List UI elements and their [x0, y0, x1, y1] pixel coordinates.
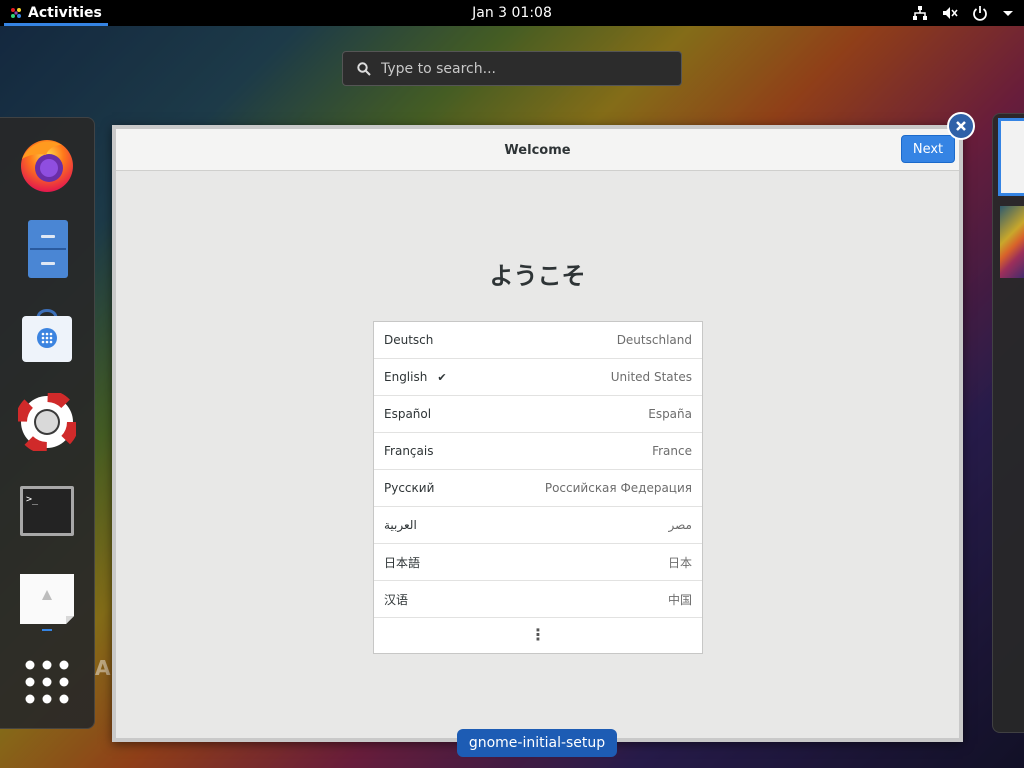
list-item[interactable]: Français France [374, 433, 702, 470]
network-wired-icon [913, 6, 927, 20]
system-tray[interactable] [912, 0, 1014, 26]
window-title: Welcome [504, 142, 571, 158]
top-bar: Activities Jan 3 01:08 [0, 0, 1024, 26]
language-name: 日本語 [384, 555, 421, 570]
language-name: Русский [384, 481, 435, 495]
volume-muted-icon [943, 7, 958, 19]
welcome-heading: ようこそ [489, 262, 586, 290]
power-icon [973, 6, 987, 21]
search-input[interactable] [381, 60, 661, 77]
language-country: France [652, 444, 692, 458]
list-item[interactable]: English ✔ United States [374, 359, 702, 396]
help-icon[interactable] [18, 393, 76, 451]
language-country: España [648, 407, 692, 421]
language-name: Español [384, 407, 432, 421]
next-button[interactable]: Next [901, 135, 955, 163]
language-country: United States [610, 370, 692, 384]
list-item[interactable]: Русский Российская Федерация [374, 470, 702, 507]
running-indicator [42, 629, 52, 631]
language-name: 汉语 [384, 592, 409, 607]
clock[interactable]: Jan 3 01:08 [0, 0, 1024, 26]
language-country: Российская Федерация [544, 481, 692, 495]
language-name: Français [384, 444, 434, 458]
dash: >_ [0, 117, 95, 729]
list-item[interactable]: العربية مصر [374, 507, 702, 544]
language-country: مصر [668, 518, 692, 532]
list-item[interactable]: Español España [374, 396, 702, 433]
language-list: Deutsch Deutschland English ✔ United Sta… [373, 321, 703, 654]
language-name: العربية [384, 518, 417, 532]
dropdown-arrow-icon [1003, 11, 1013, 16]
language-country: Deutschland [616, 333, 692, 347]
language-country: 中国 [667, 592, 692, 607]
more-icon: ⋮ [530, 625, 546, 644]
list-item[interactable]: 日本語 日本 [374, 544, 702, 581]
software-icon[interactable] [18, 306, 76, 364]
search-icon [357, 61, 371, 76]
terminal-icon[interactable]: >_ [18, 482, 76, 540]
checkmark-icon: ✔ [437, 370, 447, 384]
list-item[interactable]: 汉语 中国 [374, 581, 702, 618]
workspace-thumbnail-1[interactable] [998, 118, 1024, 196]
language-name: English [384, 370, 428, 384]
language-country: 日本 [667, 555, 692, 570]
search-box[interactable] [342, 51, 682, 86]
initial-setup-window[interactable]: Welcome Next ようこそ Deutsch Deutschland En… [112, 125, 963, 742]
window-caption: gnome-initial-setup [457, 729, 617, 757]
svg-text:>_: >_ [26, 494, 39, 505]
close-window-button[interactable] [947, 112, 975, 140]
image-viewer-icon[interactable] [18, 570, 76, 628]
workspace-thumbnail-2[interactable] [1000, 206, 1024, 278]
language-name-wrap: English ✔ [384, 370, 447, 384]
language-name: Deutsch [384, 333, 434, 347]
more-languages-button[interactable]: ⋮ [374, 618, 702, 651]
firefox-icon[interactable] [18, 135, 76, 193]
header-bar: Welcome Next [116, 129, 959, 171]
show-apps-icon[interactable] [18, 654, 76, 712]
close-icon [956, 121, 966, 131]
files-icon[interactable] [18, 220, 76, 278]
list-item[interactable]: Deutsch Deutschland [374, 322, 702, 359]
